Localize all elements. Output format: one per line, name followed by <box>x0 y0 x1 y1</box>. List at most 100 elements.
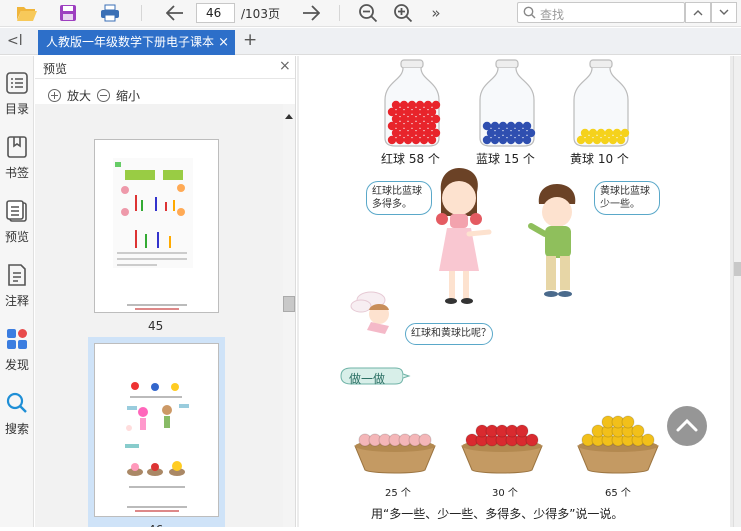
zoom-in-icon <box>48 89 61 102</box>
document-scrollbar[interactable] <box>733 56 741 527</box>
fruit <box>515 424 529 438</box>
chevron-up-icon <box>693 10 703 16</box>
page-total: /103页 <box>241 7 280 21</box>
fruit <box>621 415 635 429</box>
tab-document[interactable]: 人教版一年级数学下册电子课本 × <box>38 30 235 55</box>
sidebar-item-contents[interactable]: 目录 <box>0 71 34 117</box>
zoom-in-icon[interactable] <box>391 2 415 24</box>
ball <box>423 100 433 110</box>
next-page-icon[interactable] <box>299 2 323 24</box>
sidebar-label: 搜索 <box>4 422 29 436</box>
ball <box>399 100 409 110</box>
ball <box>588 128 598 138</box>
search-box[interactable]: 查找 <box>517 2 685 23</box>
left-sidebar: 目录 书签 预览 注释 发现 搜索 <box>0 56 34 527</box>
girl-figure <box>436 168 492 304</box>
preview-close-icon[interactable]: × <box>279 58 291 74</box>
annotation-icon <box>8 264 26 286</box>
search-next-button[interactable] <box>711 2 737 23</box>
search-placeholder: 查找 <box>540 8 565 22</box>
sidebar-item-preview[interactable]: 预览 <box>0 199 34 245</box>
jar-label-blue: 蓝球 15 个 <box>476 152 535 166</box>
thumbnail-page-number: 45 <box>148 319 164 333</box>
ball <box>596 128 606 138</box>
ball <box>407 100 417 110</box>
toolbar: 46 /103页 » 查找 <box>0 0 741 27</box>
basket-label-apples: 30 个 <box>492 488 518 499</box>
tab-label: 人教版一年级数学下册电子课本 <box>46 35 215 49</box>
preview-scroll-thumb[interactable] <box>283 296 295 312</box>
page-illustration <box>340 59 659 474</box>
print-icon[interactable] <box>98 2 122 24</box>
thumbnail-page-number: 46 <box>148 523 163 527</box>
basket-label-pears: 65 个 <box>605 488 631 499</box>
zoom-out-icon[interactable] <box>356 2 380 24</box>
previous-page-icon[interactable] <box>163 2 187 24</box>
thumbnail-image <box>125 382 189 512</box>
page-number-input[interactable]: 46 <box>196 3 235 23</box>
instruction-text: 用“多一些、少一些、多得多、少得多”说一说。 <box>371 507 624 521</box>
zoom-in-button[interactable]: 放大 <box>48 87 91 104</box>
discover-icon <box>7 329 27 349</box>
sidebar-item-bookmarks[interactable]: 书签 <box>0 135 34 181</box>
section-title: 做一做 <box>349 372 386 386</box>
ball <box>620 128 630 138</box>
open-folder-icon[interactable] <box>15 2 39 24</box>
sidebar-label: 注释 <box>4 294 29 308</box>
ball <box>415 100 425 110</box>
jar-label-red: 红球 58 个 <box>381 152 440 166</box>
back-to-top-button[interactable] <box>667 406 707 446</box>
tab-close-icon[interactable]: × <box>218 30 229 55</box>
fruit <box>525 433 539 447</box>
zoom-in-label: 放大 <box>67 89 92 103</box>
ball <box>580 128 590 138</box>
save-icon[interactable] <box>56 2 80 24</box>
fruit <box>631 424 645 438</box>
speech-bubble-angel: 红球和黄球比呢？ <box>405 323 493 345</box>
thumbnail-list: 45 <box>35 104 283 527</box>
collapse-sidebar-button[interactable]: <l <box>7 33 23 49</box>
preview-icon <box>6 200 27 222</box>
document-scroll-thumb[interactable] <box>734 262 741 276</box>
boy-figure <box>528 184 576 297</box>
sidebar-label: 预览 <box>4 230 29 244</box>
ball <box>522 121 532 131</box>
search-icon <box>6 392 27 413</box>
more-tools-button[interactable]: » <box>424 2 448 24</box>
ball <box>506 121 516 131</box>
jar-label-yellow: 黄球 10 个 <box>570 152 629 166</box>
preview-panel: 预览 × 放大 缩小 45 <box>35 56 296 527</box>
ball <box>612 128 622 138</box>
list-icon <box>6 72 28 94</box>
thumbnail-page-46[interactable] <box>94 343 219 517</box>
ball <box>514 121 524 131</box>
ball <box>498 121 508 131</box>
sidebar-label: 发现 <box>4 358 29 372</box>
thumbnail-image <box>113 158 193 310</box>
sidebar-label: 目录 <box>4 102 29 116</box>
speech-bubble-boy: 黄球比蓝球少一些。 <box>594 181 660 215</box>
speech-bubble-girl: 红球比蓝球多得多。 <box>366 181 432 215</box>
search-icon <box>523 6 536 19</box>
fruit <box>641 433 655 447</box>
ball <box>490 121 500 131</box>
zoom-out-label: 缩小 <box>116 89 141 103</box>
search-prev-button[interactable] <box>685 2 711 23</box>
scroll-up-arrow-icon[interactable] <box>285 114 293 119</box>
zoom-out-button[interactable]: 缩小 <box>97 87 140 104</box>
sidebar-item-search[interactable]: 搜索 <box>0 391 34 437</box>
bookmark-icon <box>7 136 27 158</box>
ball <box>431 100 441 110</box>
ball <box>391 100 401 110</box>
preview-scrollbar[interactable] <box>283 104 295 527</box>
sidebar-item-discover[interactable]: 发现 <box>0 327 34 373</box>
sidebar-item-annotations[interactable]: 注释 <box>0 263 34 309</box>
zoom-out-icon <box>97 89 110 102</box>
document-view: 红球 58 个 蓝球 15 个 黄球 10 个 红球比蓝球多得多。 黄球比蓝球少… <box>297 56 741 527</box>
ball <box>604 128 614 138</box>
thumbnail-page-45[interactable] <box>94 139 219 313</box>
new-tab-button[interactable]: + <box>243 30 257 50</box>
preview-title: 预览 <box>43 62 68 76</box>
sidebar-label: 书签 <box>4 166 29 180</box>
document-page: 红球 58 个 蓝球 15 个 黄球 10 个 红球比蓝球多得多。 黄球比蓝球少… <box>299 56 730 527</box>
